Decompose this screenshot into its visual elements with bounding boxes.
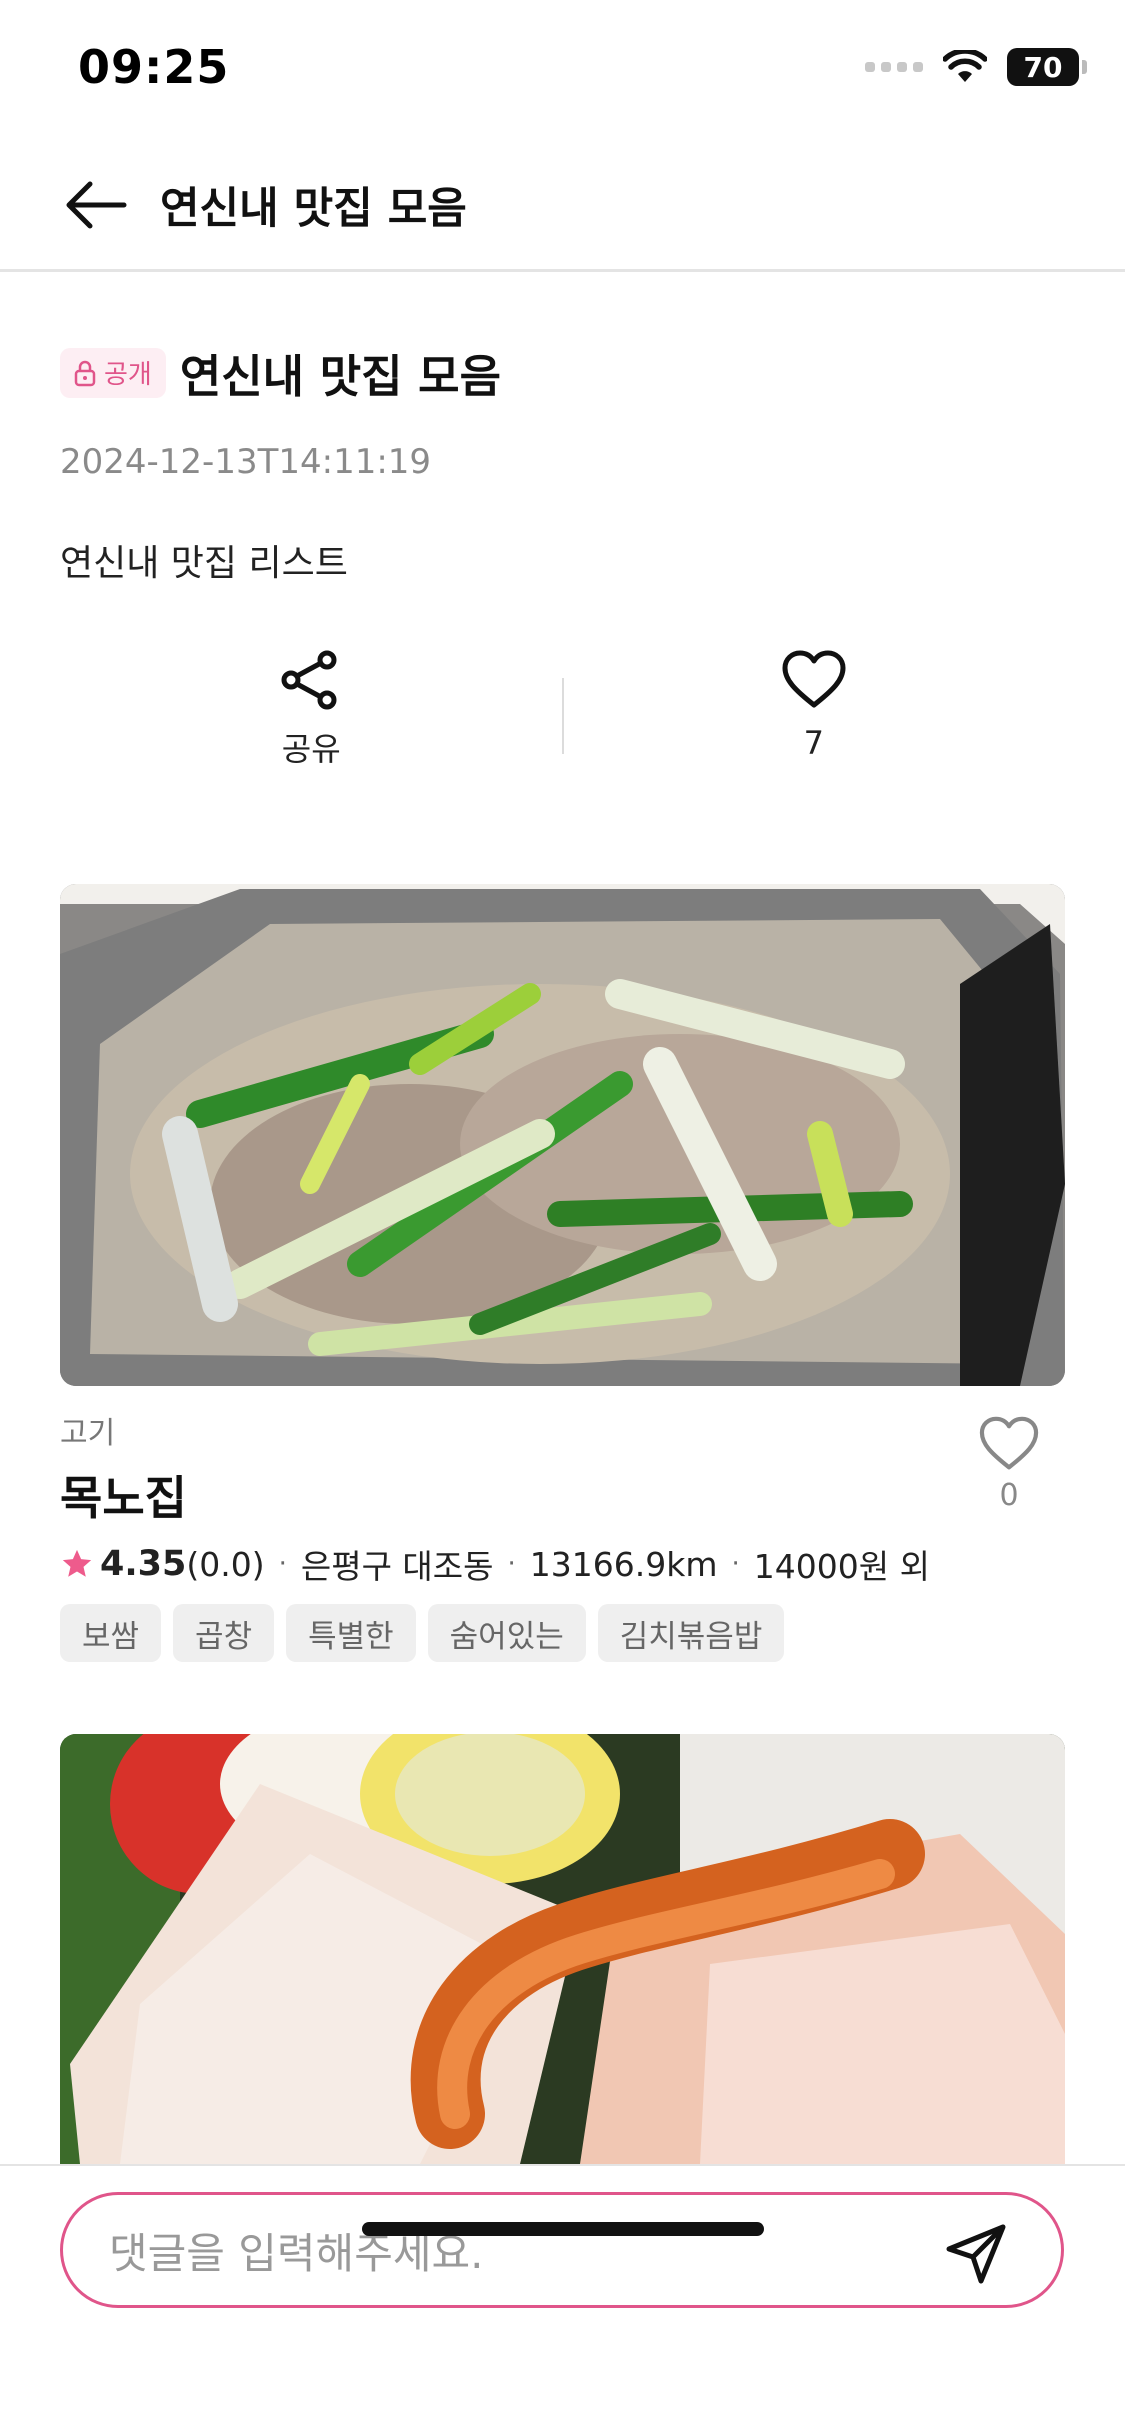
post-title-row: 공개 연신내 맛집 모음 xyxy=(60,340,501,405)
restaurant-name[interactable]: 목노집 xyxy=(60,1462,187,1528)
post-date: 2024-12-13T14:11:19 xyxy=(60,442,432,482)
app-header: 연신내 맛집 모음 xyxy=(0,140,1125,272)
status-icons: 70 xyxy=(865,48,1087,86)
meta-separator: · xyxy=(731,1549,740,1579)
like-count: 7 xyxy=(803,724,824,762)
share-icon xyxy=(281,650,337,710)
heart-icon xyxy=(979,1416,1039,1470)
comment-input[interactable]: 댓글을 입력해주세요. xyxy=(60,2192,1064,2308)
restaurant-like-count: 0 xyxy=(999,1478,1019,1513)
post-title: 연신내 맛집 모음 xyxy=(179,350,501,403)
tag[interactable]: 숨어있는 xyxy=(427,1604,586,1662)
header-title: 연신내 맛집 모음 xyxy=(160,183,467,234)
restaurant-meta: 4.35 (0.0) · 은평구 대조동 · 13166.9km · 14000… xyxy=(60,1540,930,1588)
lock-icon xyxy=(74,360,96,386)
battery-level: 70 xyxy=(1023,50,1063,84)
cellular-signal-icon xyxy=(865,62,923,72)
heart-icon xyxy=(782,650,846,708)
restaurant-location: 은평구 대조동 xyxy=(300,1547,494,1586)
tag[interactable]: 특별한 xyxy=(286,1604,416,1662)
share-label: 공유 xyxy=(281,730,341,768)
action-row: 공유 7 xyxy=(60,650,1065,780)
wifi-icon xyxy=(943,50,987,82)
star-icon xyxy=(62,1549,92,1577)
send-button[interactable] xyxy=(941,2219,1011,2289)
comment-bar: 댓글을 입력해주세요. xyxy=(0,2164,1125,2436)
back-arrow-icon xyxy=(66,181,127,228)
restaurant-like-button[interactable]: 0 xyxy=(972,1416,1046,1513)
meta-separator: · xyxy=(278,1549,287,1579)
home-indicator xyxy=(362,2222,764,2236)
restaurant-photo[interactable] xyxy=(60,1734,1065,2164)
tag-row: 보쌈 곱창 특별한 숨어있는 김치볶음밥 xyxy=(60,1604,785,1662)
restaurant-rating-count: (0.0) xyxy=(186,1544,265,1584)
share-button[interactable]: 공유 xyxy=(60,650,563,780)
send-icon xyxy=(946,2224,1006,2284)
restaurant-photo[interactable] xyxy=(60,884,1065,1386)
tag[interactable]: 곱창 xyxy=(173,1604,275,1662)
restaurant-rating: 4.35 xyxy=(100,1544,187,1584)
meta-separator: · xyxy=(507,1549,516,1579)
restaurant-distance: 13166.9km xyxy=(529,1544,718,1584)
restaurant-category: 고기 xyxy=(60,1416,116,1451)
tag[interactable]: 보쌈 xyxy=(60,1604,162,1662)
post-description: 연신내 맛집 리스트 xyxy=(60,543,348,584)
restaurant-price: 14000원 외 xyxy=(753,1547,930,1586)
action-divider xyxy=(562,678,564,754)
battery-icon: 70 xyxy=(1007,48,1087,86)
privacy-label: 공개 xyxy=(104,360,152,390)
status-time: 09:25 xyxy=(78,40,230,94)
status-bar: 09:25 70 xyxy=(0,0,1125,140)
back-button[interactable] xyxy=(62,177,130,233)
privacy-badge: 공개 xyxy=(60,347,166,398)
tag[interactable]: 김치볶음밥 xyxy=(597,1604,785,1662)
like-button[interactable]: 7 xyxy=(563,650,1066,780)
